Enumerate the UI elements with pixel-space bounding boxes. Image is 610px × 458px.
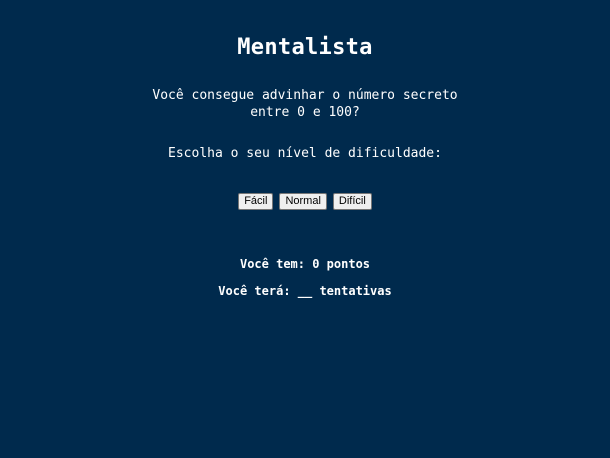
game-container: Mentalista Você consegue advinhar o núme… <box>0 0 610 299</box>
question-line-2: entre 0 e 100? <box>250 105 360 120</box>
question-text: Você consegue advinhar o número secreto … <box>125 62 485 121</box>
hard-button[interactable]: Difícil <box>332 193 372 210</box>
easy-button[interactable]: Fácil <box>238 193 274 210</box>
question-line-1: Você consegue advinhar o número secreto <box>152 88 458 103</box>
page-title: Mentalista <box>237 35 373 60</box>
normal-button[interactable]: Normal <box>279 193 327 210</box>
score-text: Você tem: 0 pontos <box>239 257 371 271</box>
attempts-text: Você terá: __ tentativas <box>218 284 392 298</box>
difficulty-buttons: Fácil Normal Difícil <box>0 162 610 210</box>
difficulty-prompt: Escolha o seu nível de dificuldade: <box>168 146 442 161</box>
